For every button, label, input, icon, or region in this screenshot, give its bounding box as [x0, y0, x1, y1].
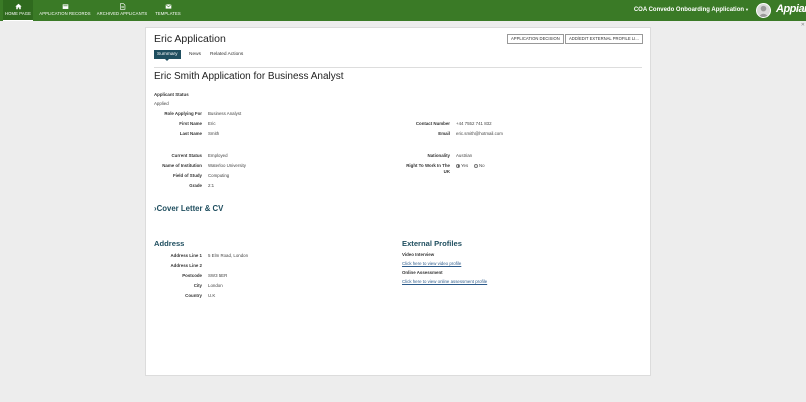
postcode-label: Postcode	[182, 273, 202, 278]
user-avatar[interactable]	[756, 3, 771, 18]
close-icon[interactable]: ✕	[801, 22, 805, 28]
tab-news[interactable]: News	[189, 50, 201, 59]
nav-archived-applicants[interactable]: ARCHIVED APPLICANTS	[96, 0, 148, 21]
nav-home-page[interactable]: HOME PAGE	[3, 0, 33, 21]
nationality-value: Austrian	[456, 153, 473, 158]
record-card: Eric Application APPLICATION DECISION AD…	[145, 27, 651, 376]
address-line-2-label: Address Line 2	[170, 263, 202, 268]
country-value: U.K	[208, 293, 216, 298]
cover-letter-label: Cover Letter & CV	[156, 204, 224, 213]
email-value: eric.smith@hotmail.com	[456, 131, 503, 136]
right-to-work-label-cont: UK	[443, 169, 450, 174]
nav-label: APPLICATION RECORDS	[39, 11, 91, 16]
contact-number-label: Contact Number	[415, 121, 450, 126]
cover-letter-toggle[interactable]: ›Cover Letter & CV	[154, 204, 223, 213]
applicant-status-value: Applied	[154, 101, 169, 106]
radio-label: Yes	[461, 163, 469, 168]
caret-down-icon: ▼	[745, 7, 749, 12]
radio-label: No	[479, 163, 485, 168]
nav-application-records[interactable]: APPLICATION RECORDS	[38, 0, 92, 21]
field-of-study-label: Field of Study	[172, 173, 202, 178]
current-status-value: Employed	[208, 153, 228, 158]
top-navigation-bar: HOME PAGE APPLICATION RECORDS ARCHIVED A…	[0, 0, 806, 21]
assessment-profile-link[interactable]: Click here to view online assessment pro…	[402, 279, 487, 284]
folder-icon	[38, 0, 92, 11]
first-name-value: Eric	[208, 121, 216, 126]
role-label: Role Applying For	[164, 111, 202, 116]
app-switcher[interactable]: COA Convedo Onboarding Application▼	[634, 7, 749, 13]
radio-unselected-icon	[474, 163, 478, 168]
tab-summary[interactable]: Summary	[154, 50, 181, 61]
tab-related-actions[interactable]: Related Actions	[210, 50, 243, 59]
postcode-value: SW3 5ER	[208, 273, 228, 278]
grade-label: Grade	[189, 183, 202, 188]
radio-selected-icon	[456, 163, 460, 168]
institution-label: Name of Institution	[162, 163, 202, 168]
current-status-label: Current Status	[171, 153, 203, 158]
address-heading: Address	[154, 239, 185, 248]
nav-label: HOME PAGE	[5, 11, 31, 16]
application-heading: Eric Smith Application for Business Anal…	[154, 71, 344, 82]
document-icon	[96, 0, 148, 11]
app-title: COA Convedo Onboarding Application	[633, 7, 745, 13]
online-assessment-label: Online Assessment	[402, 270, 443, 275]
role-value: Business Analyst	[208, 111, 242, 116]
application-decision-button[interactable]: APPLICATION DECISION	[507, 34, 564, 44]
last-name-value: Smith	[208, 131, 220, 136]
right-to-work-no-radio[interactable]: No	[474, 163, 485, 168]
address-line-1-label: Address Line 1	[170, 253, 202, 258]
right-to-work-label: Right To Work In The	[406, 163, 450, 168]
field-of-study-value: Computing	[208, 173, 230, 178]
mail-icon	[153, 0, 183, 11]
grade-value: 2:1	[208, 183, 215, 188]
contact-number-value: +44 7552 741 832	[456, 121, 492, 126]
city-value: London	[208, 283, 223, 288]
country-label: Country	[185, 293, 202, 298]
nationality-label: Nationality	[427, 153, 450, 158]
video-interview-label: Video Interview	[402, 252, 435, 257]
divider	[154, 67, 642, 68]
last-name-label: Last Name	[179, 131, 202, 136]
add-edit-external-profile-button[interactable]: ADD/EDIT EXTERNAL PROFILE LI...	[565, 34, 643, 44]
email-label: Email	[438, 131, 450, 136]
nav-label: ARCHIVED APPLICANTS	[96, 11, 148, 16]
address-line-1-value: 5 Elm Road, London	[208, 253, 249, 258]
nav-label: TEMPLATES	[155, 11, 181, 16]
appian-logo: Appian	[776, 3, 806, 15]
page-title: Eric Application	[154, 33, 226, 45]
video-profile-link[interactable]: Click here to view video profile	[402, 261, 461, 266]
home-icon	[3, 0, 33, 11]
applicant-status-label: Applicant Status	[154, 92, 189, 97]
institution-value: Waterloo University	[208, 163, 246, 168]
city-label: City	[193, 283, 202, 288]
first-name-label: First Name	[179, 121, 202, 126]
external-profiles-heading: External Profiles	[402, 239, 462, 248]
right-to-work-yes-radio[interactable]: Yes	[456, 163, 468, 168]
nav-templates[interactable]: TEMPLATES	[153, 0, 183, 21]
